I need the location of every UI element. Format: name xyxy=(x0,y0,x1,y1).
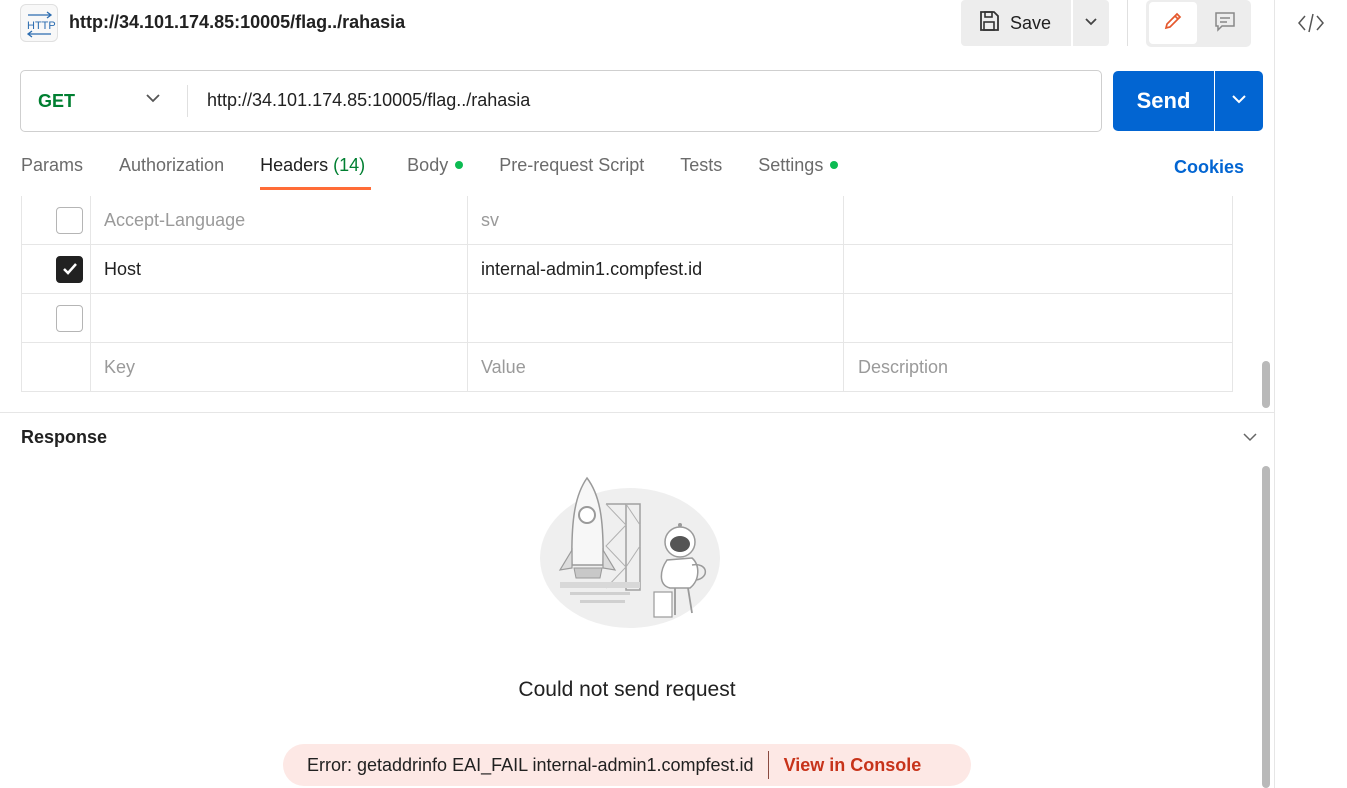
toolbar-divider xyxy=(1127,0,1128,46)
row-checkbox-cell xyxy=(22,196,91,244)
error-title: Could not send request xyxy=(518,678,736,701)
error-message: Error: getaddrinfo EAI_FAIL internal-adm… xyxy=(307,754,754,775)
request-title[interactable]: http://34.101.174.85:10005/flag../rahasi… xyxy=(69,12,405,33)
tab-label: Body xyxy=(407,155,449,175)
row-checkbox-cell xyxy=(22,294,91,342)
url-bar: GET http://34.101.174.85:10005/flag../ra… xyxy=(20,70,1102,132)
tab-settings[interactable]: Settings xyxy=(758,155,839,191)
request-tabs: Params Authorization Headers (14) Body P… xyxy=(21,155,839,191)
header-key[interactable]: Accept-Language xyxy=(91,196,468,244)
save-icon xyxy=(978,10,1000,37)
tab-label: Authorization xyxy=(119,155,225,175)
url-input[interactable]: http://34.101.174.85:10005/flag../rahasi… xyxy=(207,90,1067,111)
tab-label: Tests xyxy=(680,155,723,175)
header-checkbox[interactable] xyxy=(56,206,83,234)
headers-table: Accept-Language sv Host internal-admin1.… xyxy=(21,196,1233,392)
header-checkbox[interactable] xyxy=(56,304,83,332)
rocket-illustration xyxy=(530,470,725,640)
table-row xyxy=(22,294,1232,343)
edit-mode-button[interactable] xyxy=(1149,2,1197,44)
tab-tests[interactable]: Tests xyxy=(680,155,722,191)
right-sidebar-divider xyxy=(1274,0,1275,788)
status-dot xyxy=(830,161,839,170)
save-button[interactable]: Save xyxy=(961,0,1071,46)
save-options-button[interactable] xyxy=(1073,0,1109,46)
comment-mode-button[interactable] xyxy=(1201,2,1249,44)
tab-pre-request-script[interactable]: Pre-request Script xyxy=(499,155,644,191)
response-divider xyxy=(0,412,1274,413)
header-key[interactable]: Host xyxy=(91,245,468,293)
tab-body[interactable]: Body xyxy=(407,155,464,191)
table-row-new: Key Value Description xyxy=(22,343,1232,392)
header-description[interactable] xyxy=(844,294,1232,342)
url-divider xyxy=(187,85,188,117)
tab-count: (14) xyxy=(333,155,366,175)
header-description[interactable] xyxy=(844,245,1232,293)
tab-label: Params xyxy=(21,155,84,175)
code-snippet-icon[interactable] xyxy=(1296,10,1326,36)
chevron-down-icon[interactable] xyxy=(145,91,161,109)
tab-authorization[interactable]: Authorization xyxy=(119,155,224,191)
response-title: Response xyxy=(21,427,108,447)
error-banner: Error: getaddrinfo EAI_FAIL internal-adm… xyxy=(283,744,971,786)
tab-label: Pre-request Script xyxy=(499,155,645,175)
view-in-console-link[interactable]: View in Console xyxy=(784,755,922,776)
save-label: Save xyxy=(1010,12,1052,33)
send-options-button[interactable] xyxy=(1215,71,1263,131)
table-row: Host internal-admin1.compfest.id xyxy=(22,245,1232,294)
error-divider xyxy=(767,751,769,779)
chevron-down-icon xyxy=(1231,92,1247,110)
row-checkbox-cell xyxy=(22,343,91,391)
pencil-icon xyxy=(1162,10,1184,37)
header-checkbox[interactable] xyxy=(56,255,83,283)
header-value[interactable]: internal-admin1.compfest.id xyxy=(468,245,844,293)
key-placeholder[interactable]: Key xyxy=(91,343,468,391)
table-row: Accept-Language sv xyxy=(22,196,1232,245)
request-scrollbar[interactable] xyxy=(1262,361,1270,408)
http-icon: HTTP xyxy=(20,4,58,42)
status-dot xyxy=(455,161,464,170)
checkmark-icon xyxy=(62,263,77,275)
method-select[interactable]: GET xyxy=(38,91,75,112)
cookies-link[interactable]: Cookies xyxy=(1174,157,1244,178)
chevron-down-icon xyxy=(1084,14,1098,32)
header-value[interactable]: sv xyxy=(468,196,844,244)
header-key[interactable] xyxy=(91,294,468,342)
comment-icon xyxy=(1214,10,1236,37)
header-description[interactable] xyxy=(844,196,1232,244)
response-scrollbar[interactable] xyxy=(1262,466,1270,788)
tab-params[interactable]: Params xyxy=(21,155,83,191)
send-button[interactable]: Send xyxy=(1113,71,1214,131)
tab-label: Headers xyxy=(260,155,329,175)
svg-text:HTTP: HTTP xyxy=(27,20,56,32)
tab-headers[interactable]: Headers (14) xyxy=(260,155,372,191)
value-placeholder[interactable]: Value xyxy=(468,343,844,391)
mode-toggle xyxy=(1146,0,1251,47)
tab-label: Settings xyxy=(758,155,824,175)
description-placeholder[interactable]: Description xyxy=(844,343,1232,391)
header-value[interactable] xyxy=(468,294,844,342)
chevron-down-icon[interactable] xyxy=(1242,430,1258,448)
row-checkbox-cell xyxy=(22,245,91,293)
